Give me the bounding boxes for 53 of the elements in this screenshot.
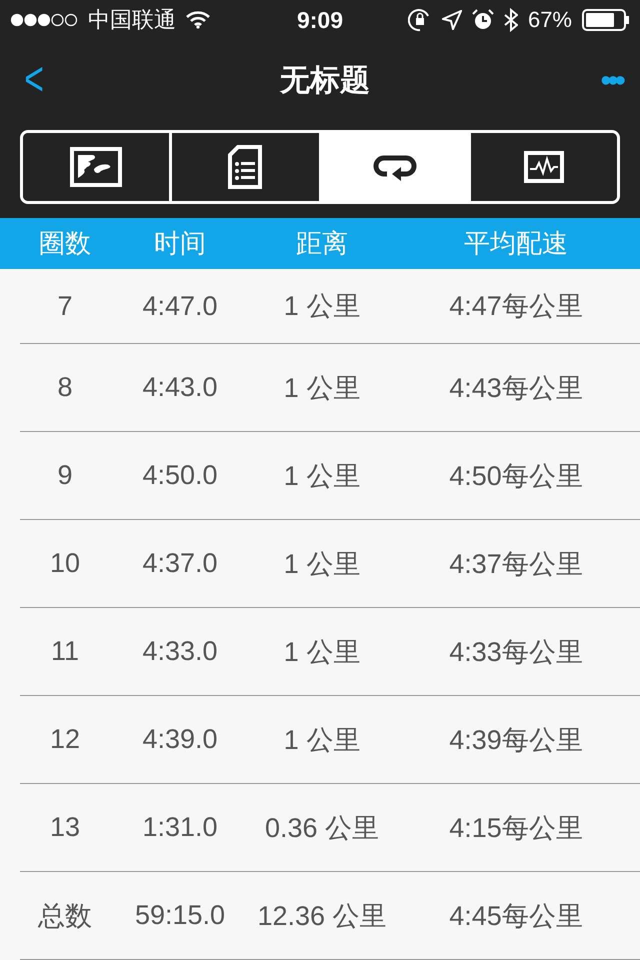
battery-icon bbox=[582, 9, 630, 31]
table-cell-text: 4:37.0 bbox=[141, 548, 219, 579]
table-cell-text: 4:43.0 bbox=[141, 372, 219, 403]
activity-chart-icon bbox=[524, 151, 564, 183]
column-header: 圈数 bbox=[38, 227, 92, 260]
column-header: 距离 bbox=[295, 227, 349, 260]
carrier-name: 中国联通 bbox=[88, 6, 176, 34]
table-cell-text: 59:15.0 bbox=[134, 900, 226, 931]
table-cell-text: 7 bbox=[56, 290, 74, 322]
table-cell-text: 4:39.0 bbox=[141, 724, 219, 755]
table-cell-text: 1 公里 bbox=[282, 290, 362, 323]
table-cell-text: 0.36 公里 bbox=[264, 812, 380, 844]
map-icon bbox=[70, 147, 122, 187]
battery-percent: 67% bbox=[528, 7, 572, 33]
table-cell-text: 10 bbox=[48, 548, 82, 579]
back-button[interactable]: < bbox=[20, 56, 48, 104]
column-header: 时间 bbox=[153, 227, 207, 260]
table-cell-text: 1 公里 bbox=[282, 372, 362, 404]
table-cell-text: 4:43每公里 bbox=[448, 372, 584, 404]
status-time: 9:09 bbox=[296, 6, 344, 34]
table-cell-text: 12.36 公里 bbox=[256, 900, 388, 932]
table-cell-text: 1 公里 bbox=[282, 460, 362, 492]
column-header: 平均配速 bbox=[463, 227, 569, 260]
alarm-clock-icon bbox=[472, 9, 494, 31]
table-cell-text: 4:47.0 bbox=[141, 290, 219, 322]
page-title: 无标题 bbox=[280, 62, 370, 98]
table-cell-text: 1 公里 bbox=[282, 724, 362, 756]
table-cell-text: 4:15每公里 bbox=[448, 812, 584, 844]
wifi-icon bbox=[186, 11, 210, 29]
table-cell-text: 1 公里 bbox=[282, 636, 362, 668]
table-cell-text: 4:47每公里 bbox=[448, 290, 584, 323]
signal-icon bbox=[10, 13, 78, 27]
segment-tab[interactable] bbox=[23, 133, 172, 201]
table-cell-text: 8 bbox=[56, 372, 74, 403]
location-arrow-icon bbox=[442, 10, 462, 30]
table-cell-text: 4:50每公里 bbox=[448, 460, 584, 492]
document-list-icon bbox=[228, 145, 262, 189]
segment-tab[interactable] bbox=[322, 133, 471, 201]
table-cell-text: 12 bbox=[48, 724, 82, 755]
table-cell-text: 11 bbox=[50, 636, 80, 667]
table-cell-text: 4:50.0 bbox=[141, 460, 219, 491]
bluetooth-icon bbox=[504, 8, 518, 32]
table-cell-text: 4:33.0 bbox=[141, 636, 219, 667]
table-cell-text: 4:45每公里 bbox=[448, 900, 584, 932]
table-cell-text: 4:39每公里 bbox=[448, 724, 584, 756]
table-cell-text: 1:31.0 bbox=[141, 812, 219, 843]
table-cell-text: 4:37每公里 bbox=[448, 548, 584, 580]
table-cell-text: 总数 bbox=[36, 900, 93, 932]
table-cell-text: 4:33每公里 bbox=[448, 636, 584, 668]
table-cell-text: 13 bbox=[48, 812, 82, 843]
more-button[interactable]: ••• bbox=[596, 62, 626, 98]
table-cell-text: 1 公里 bbox=[282, 548, 362, 580]
table-cell-text: 9 bbox=[56, 460, 74, 491]
